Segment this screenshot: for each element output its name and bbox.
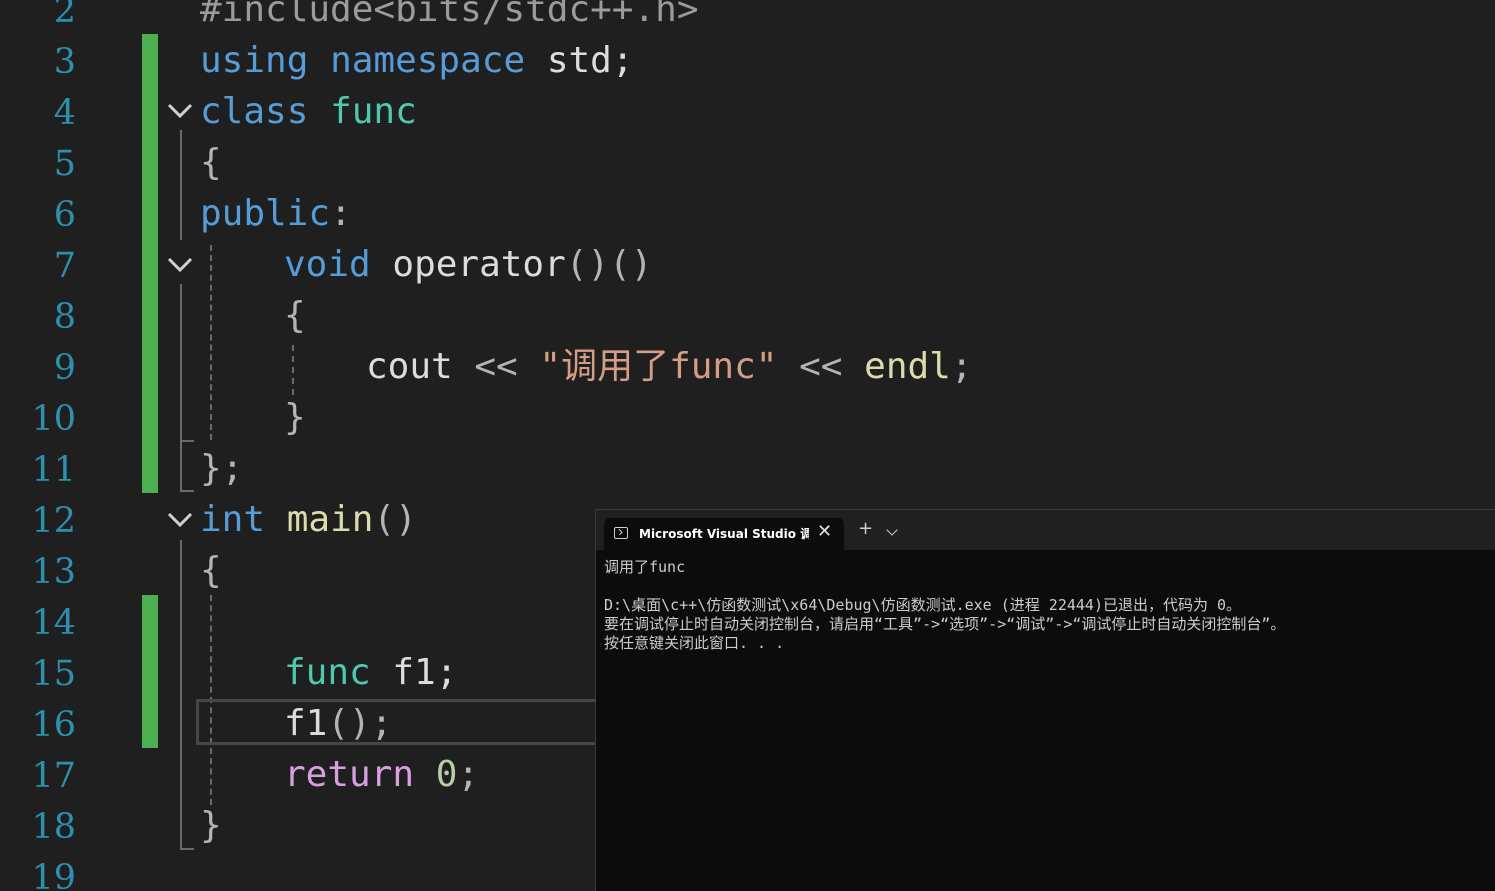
code-line-11[interactable]: }; <box>200 443 243 494</box>
fold-chevron-icon[interactable] <box>166 505 194 533</box>
code-line-12[interactable]: int main() <box>200 494 417 545</box>
tab-title: Microsoft Visual Studio 调试控制台 <box>639 527 809 541</box>
line-number: 12 <box>31 501 76 541</box>
fold-chevron-icon[interactable] <box>166 96 194 124</box>
brace-semicolon: }; <box>200 448 244 489</box>
fold-guide-tick <box>180 490 194 492</box>
line-number: 15 <box>31 654 76 694</box>
line-number: 13 <box>31 552 76 592</box>
colon: : <box>330 193 352 234</box>
keyword-return: return <box>284 754 415 795</box>
line-number: 7 <box>53 246 76 286</box>
class-name: func <box>330 91 417 132</box>
namespace-std: std; <box>525 40 634 81</box>
indent-guide <box>210 245 212 440</box>
line-number: 8 <box>53 297 76 337</box>
parens: ()() <box>565 244 653 285</box>
tab-close-button[interactable]: ✕ <box>817 521 832 542</box>
code-line-17[interactable]: return 0; <box>284 749 479 800</box>
line-number: 9 <box>53 348 76 388</box>
identifier-cout: cout <box>366 346 453 387</box>
new-tab-button[interactable]: + <box>858 520 873 538</box>
fold-guide-tick <box>180 440 194 442</box>
line-number: 16 <box>31 705 76 745</box>
brace: { <box>284 295 306 336</box>
code-line-8[interactable]: { <box>284 290 306 341</box>
fold-chevron-icon[interactable] <box>166 250 194 278</box>
console-line: 要在调试停止时自动关闭控制台，请启用“工具”->“选项”->“调试”->“调试停… <box>604 615 1286 633</box>
code-line-6[interactable]: public: <box>200 188 352 239</box>
preprocessor-include: #include<bits/stdc++.h> <box>200 0 699 30</box>
code-line-7[interactable]: void operator()() <box>284 239 652 290</box>
line-number: 10 <box>31 399 76 439</box>
line-number: 5 <box>53 144 76 184</box>
stream-operator: << <box>777 346 865 387</box>
debug-console-window[interactable]: Microsoft Visual Studio 调试控制台 ✕ + 调用了fun… <box>595 509 1495 891</box>
keyword-namespace: namespace <box>330 40 526 81</box>
console-line: 调用了func <box>604 558 686 576</box>
keyword-int: int <box>200 499 266 540</box>
terminal-tab-bar: Microsoft Visual Studio 调试控制台 ✕ + <box>596 510 1495 550</box>
code-line-4[interactable]: class func <box>200 86 417 137</box>
terminal-tab[interactable]: Microsoft Visual Studio 调试控制台 ✕ <box>604 518 844 550</box>
variable-f1-call: f1 <box>284 703 328 744</box>
identifier-endl: endl <box>864 346 951 387</box>
line-number: 3 <box>53 42 76 82</box>
line-number: 14 <box>31 603 76 643</box>
code-line-5[interactable]: { <box>200 137 222 188</box>
line-number: 4 <box>53 93 76 133</box>
console-line: 按任意键关闭此窗口. . . <box>604 634 785 652</box>
code-line-13[interactable]: { <box>200 545 222 596</box>
line-number: 17 <box>31 756 76 796</box>
code-line-18[interactable]: } <box>200 800 222 851</box>
line-number: 2 <box>53 0 76 31</box>
code-line-2[interactable]: #include<bits/stdc++.h> <box>200 0 699 35</box>
keyword-class: class <box>200 91 309 132</box>
string-literal: "调用了func" <box>539 346 778 387</box>
code-line-15[interactable]: func f1; <box>284 647 457 698</box>
console-output[interactable]: 调用了func D:\桌面\c++\仿函数测试\x64\Debug\仿函数测试.e… <box>604 558 1285 653</box>
console-line: D:\桌面\c++\仿函数测试\x64\Debug\仿函数测试.exe (进程 … <box>604 596 1242 614</box>
brace: } <box>284 397 306 438</box>
fold-guide-tick <box>180 848 194 850</box>
change-bar <box>142 595 158 748</box>
change-bar <box>142 34 158 493</box>
function-main: main <box>286 499 374 540</box>
code-line-9[interactable]: cout << "调用了func" << endl; <box>366 341 973 392</box>
number-literal: 0 <box>435 754 458 795</box>
keyword-using: using <box>200 40 309 81</box>
brace: { <box>200 142 222 183</box>
line-number: 6 <box>53 195 76 235</box>
brace: { <box>200 550 222 591</box>
stream-operator: << <box>452 346 540 387</box>
code-line-16[interactable]: f1(); <box>284 698 392 749</box>
variable-f1-declaration: f1; <box>370 652 458 693</box>
operator-name: operator <box>392 244 566 285</box>
brace: } <box>200 805 222 846</box>
type-func: func <box>284 652 371 693</box>
line-number: 18 <box>31 807 76 847</box>
parens: () <box>373 499 417 540</box>
keyword-void: void <box>284 244 371 285</box>
current-line-highlight <box>196 699 616 745</box>
semicolon: ; <box>457 754 480 795</box>
code-line-3[interactable]: using namespace std; <box>200 35 634 86</box>
chevron-down-icon[interactable] <box>886 524 898 536</box>
code-line-10[interactable]: } <box>284 392 306 443</box>
call-parens: (); <box>327 703 393 744</box>
line-number: 19 <box>31 858 76 890</box>
console-icon <box>614 527 628 539</box>
fold-guide-line <box>180 284 182 490</box>
fold-guide-line <box>180 130 182 240</box>
line-number: 11 <box>31 450 76 490</box>
fold-guide-line <box>180 540 182 850</box>
semicolon: ; <box>950 346 973 387</box>
indent-guide <box>292 345 294 395</box>
keyword-public: public <box>200 193 331 234</box>
